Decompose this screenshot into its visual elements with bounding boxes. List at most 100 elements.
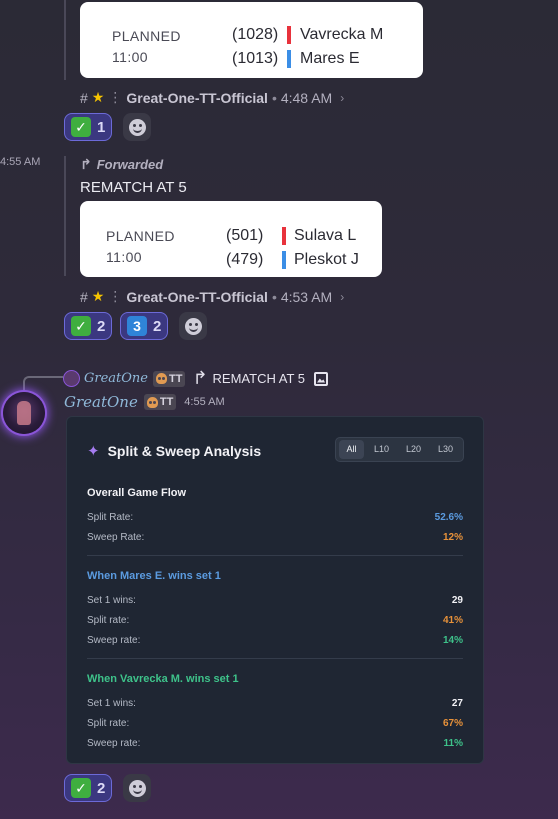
server-tag-badge: TT: [153, 370, 186, 387]
star-icon: ★: [91, 89, 105, 105]
section-heading: Overall Game Flow: [87, 487, 187, 499]
add-reaction-button[interactable]: [179, 312, 207, 340]
reaction-check[interactable]: ✓ 1: [64, 113, 113, 141]
reply-preview[interactable]: GreatOne TT ↱ REMATCH AT 5: [64, 368, 329, 389]
vertical-dots-icon: ⋮: [108, 89, 123, 105]
check-mark-icon: ✓: [71, 778, 91, 798]
player-color-bar: [282, 227, 286, 245]
reply-arrow-icon: ↱: [192, 368, 208, 388]
skull-icon: [156, 373, 167, 384]
add-reaction-button[interactable]: [123, 774, 151, 802]
badge-text: TT: [159, 396, 174, 408]
reaction-keycap-three[interactable]: 3 2: [120, 312, 169, 340]
reaction-check[interactable]: ✓ 2: [64, 312, 113, 340]
forward-thread-line: [64, 156, 66, 276]
analysis-title: ✦ Split & Sweep Analysis: [87, 442, 261, 460]
chevron-right-icon: ›: [340, 90, 345, 105]
stat-value: 27: [451, 698, 463, 709]
message-text: REMATCH AT 5: [80, 179, 187, 196]
keycap-three-icon: 3: [127, 316, 147, 336]
player-seed: (1013): [232, 50, 279, 67]
reply-avatar-icon: [64, 371, 79, 386]
smiley-icon: [128, 779, 146, 797]
divider: [87, 658, 463, 659]
player-seed: (479): [226, 251, 264, 268]
match-time: 11:00: [112, 49, 148, 65]
reaction-count: 2: [97, 317, 106, 335]
match-card[interactable]: PLANNED 11:00 (1028) Vavrecka M (1013) M…: [80, 2, 423, 78]
channel-reference[interactable]: # ★ ⋮ Great-One-TT-Official • 4:48 AM ›: [80, 89, 344, 106]
message-header: GreatOne TT 4:55 AM: [64, 393, 225, 411]
reply-connector: [23, 376, 63, 390]
filter-l10[interactable]: L10: [367, 440, 396, 459]
player-name: Sulava L: [294, 227, 357, 244]
reaction-count: 2: [97, 779, 106, 797]
chevron-right-icon: ›: [340, 289, 345, 304]
message-side-timestamp: 4:55 AM: [0, 156, 41, 168]
check-mark-icon: ✓: [71, 316, 91, 336]
player-name: Mares E: [300, 50, 360, 67]
analysis-title-text: Split & Sweep Analysis: [107, 443, 262, 459]
divider: [87, 555, 463, 556]
reply-text: REMATCH AT 5: [212, 371, 306, 386]
player-seed: (1028): [232, 26, 279, 43]
stat-label: Split rate:: [87, 615, 130, 626]
stat-label: Set 1 wins:: [87, 595, 136, 606]
add-reaction-button[interactable]: [123, 113, 151, 141]
separator-dot: •: [271, 89, 277, 106]
stat-value: 41%: [442, 615, 463, 626]
message-timestamp: 4:53 AM: [280, 288, 333, 305]
match-time: 11:00: [106, 249, 142, 265]
message-timestamp: 4:48 AM: [280, 89, 333, 106]
check-mark-icon: ✓: [71, 117, 91, 137]
stat-label: Sweep rate:: [87, 635, 141, 646]
player-name: Vavrecka M: [300, 26, 384, 43]
match-status: PLANNED: [106, 228, 175, 244]
hash-icon: #: [80, 288, 88, 305]
stat-label: Set 1 wins:: [87, 698, 136, 709]
skull-icon: [146, 396, 158, 408]
reply-author: GreatOne: [84, 371, 148, 386]
author-name[interactable]: GreatOne: [64, 393, 138, 411]
sparkle-icon: ✦: [87, 443, 100, 460]
player-color-bar: [287, 26, 291, 44]
channel-name: Great-One-TT-Official: [126, 89, 268, 106]
filter-l30[interactable]: L30: [431, 440, 460, 459]
smiley-icon: [128, 118, 146, 136]
stat-value: 29: [451, 595, 463, 606]
stat-value: 52.6%: [434, 512, 463, 523]
smiley-icon: [184, 317, 202, 335]
separator-dot: •: [271, 288, 277, 305]
filter-l20[interactable]: L20: [399, 440, 428, 459]
message-timestamp: 4:55 AM: [184, 396, 225, 408]
stat-label: Split Rate:: [87, 512, 134, 523]
user-avatar[interactable]: [3, 392, 45, 434]
section-heading: When Mares E. wins set 1: [87, 570, 221, 582]
stat-label: Sweep rate:: [87, 738, 141, 749]
star-icon: ★: [91, 288, 105, 304]
stat-value: 11%: [443, 738, 463, 749]
forward-thread-line: [64, 0, 66, 80]
player-seed: (501): [226, 227, 264, 244]
section-heading: When Vavrecka M. wins set 1: [87, 673, 239, 685]
server-tag-badge: TT: [143, 394, 177, 410]
player-color-bar: [282, 251, 286, 269]
forwarded-text: Forwarded: [96, 157, 164, 172]
player-color-bar: [287, 50, 291, 68]
stat-label: Sweep Rate:: [87, 532, 145, 543]
forwarded-label: ↱ Forwarded: [80, 156, 163, 173]
match-card[interactable]: PLANNED 11:00 (501) Sulava L (479) Plesk…: [80, 201, 382, 277]
badge-text: TT: [169, 372, 183, 385]
filter-all[interactable]: All: [339, 440, 364, 459]
stat-value: 14%: [442, 635, 463, 646]
hash-icon: #: [80, 89, 88, 106]
stat-value: 67%: [442, 718, 463, 729]
reaction-count: 2: [153, 317, 162, 335]
analysis-card: ✦ Split & Sweep Analysis All L10 L20 L30…: [66, 416, 484, 764]
player-name: Pleskot J: [294, 251, 359, 268]
stat-value: 12%: [442, 532, 463, 543]
range-filter: All L10 L20 L30: [335, 437, 464, 462]
reaction-check[interactable]: ✓ 2: [64, 774, 113, 802]
channel-reference[interactable]: # ★ ⋮ Great-One-TT-Official • 4:53 AM ›: [80, 288, 344, 305]
vertical-dots-icon: ⋮: [108, 288, 123, 304]
